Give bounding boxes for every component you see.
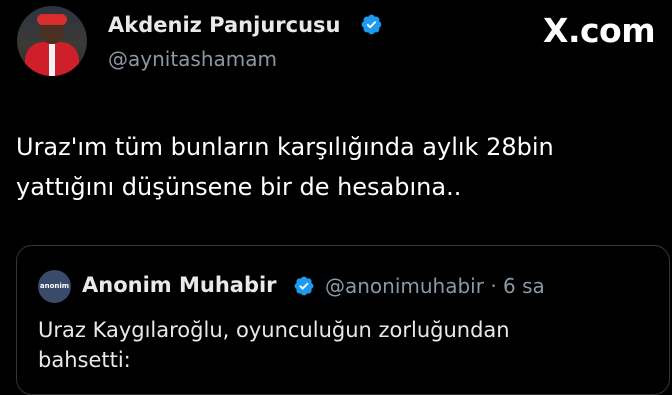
quoted-author-avatar[interactable]: anonim — [38, 270, 71, 303]
tweet-text-line-1: Uraz'ım tüm bunların karşılığında aylık … — [16, 133, 554, 161]
quoted-meta: @anonimuhabir · 6 sa — [325, 274, 545, 298]
quoted-text-line-1: Uraz Kaygılaroğlu, oyunculuğun zorluğund… — [38, 318, 510, 342]
verified-badge-icon — [294, 276, 314, 296]
quoted-author-handle[interactable]: @anonimuhabir — [325, 274, 484, 298]
x-logo: X.com — [543, 11, 656, 50]
quoted-text-line-2: bahsetti: — [38, 348, 131, 372]
meta-separator: · — [490, 274, 497, 298]
tweet-text-line-2: yattığını düşünsene bir de hesabına.. — [16, 173, 462, 201]
quoted-author-name[interactable]: Anonim Muhabir — [82, 273, 277, 297]
tweet-text: Uraz'ım tüm bunların karşılığında aylık … — [16, 127, 656, 207]
avatar-shirt-stripe — [49, 44, 55, 76]
author-avatar[interactable] — [17, 6, 87, 76]
author-handle[interactable]: @aynitashamam — [108, 47, 277, 71]
verified-badge-icon — [361, 14, 382, 35]
quoted-tweet-text: Uraz Kaygılaroğlu, oyunculuğun zorluğund… — [38, 315, 638, 375]
author-name[interactable]: Akdeniz Panjurcusu — [108, 13, 340, 37]
quoted-timestamp[interactable]: 6 sa — [503, 274, 545, 298]
avatar-hat — [37, 14, 67, 25]
